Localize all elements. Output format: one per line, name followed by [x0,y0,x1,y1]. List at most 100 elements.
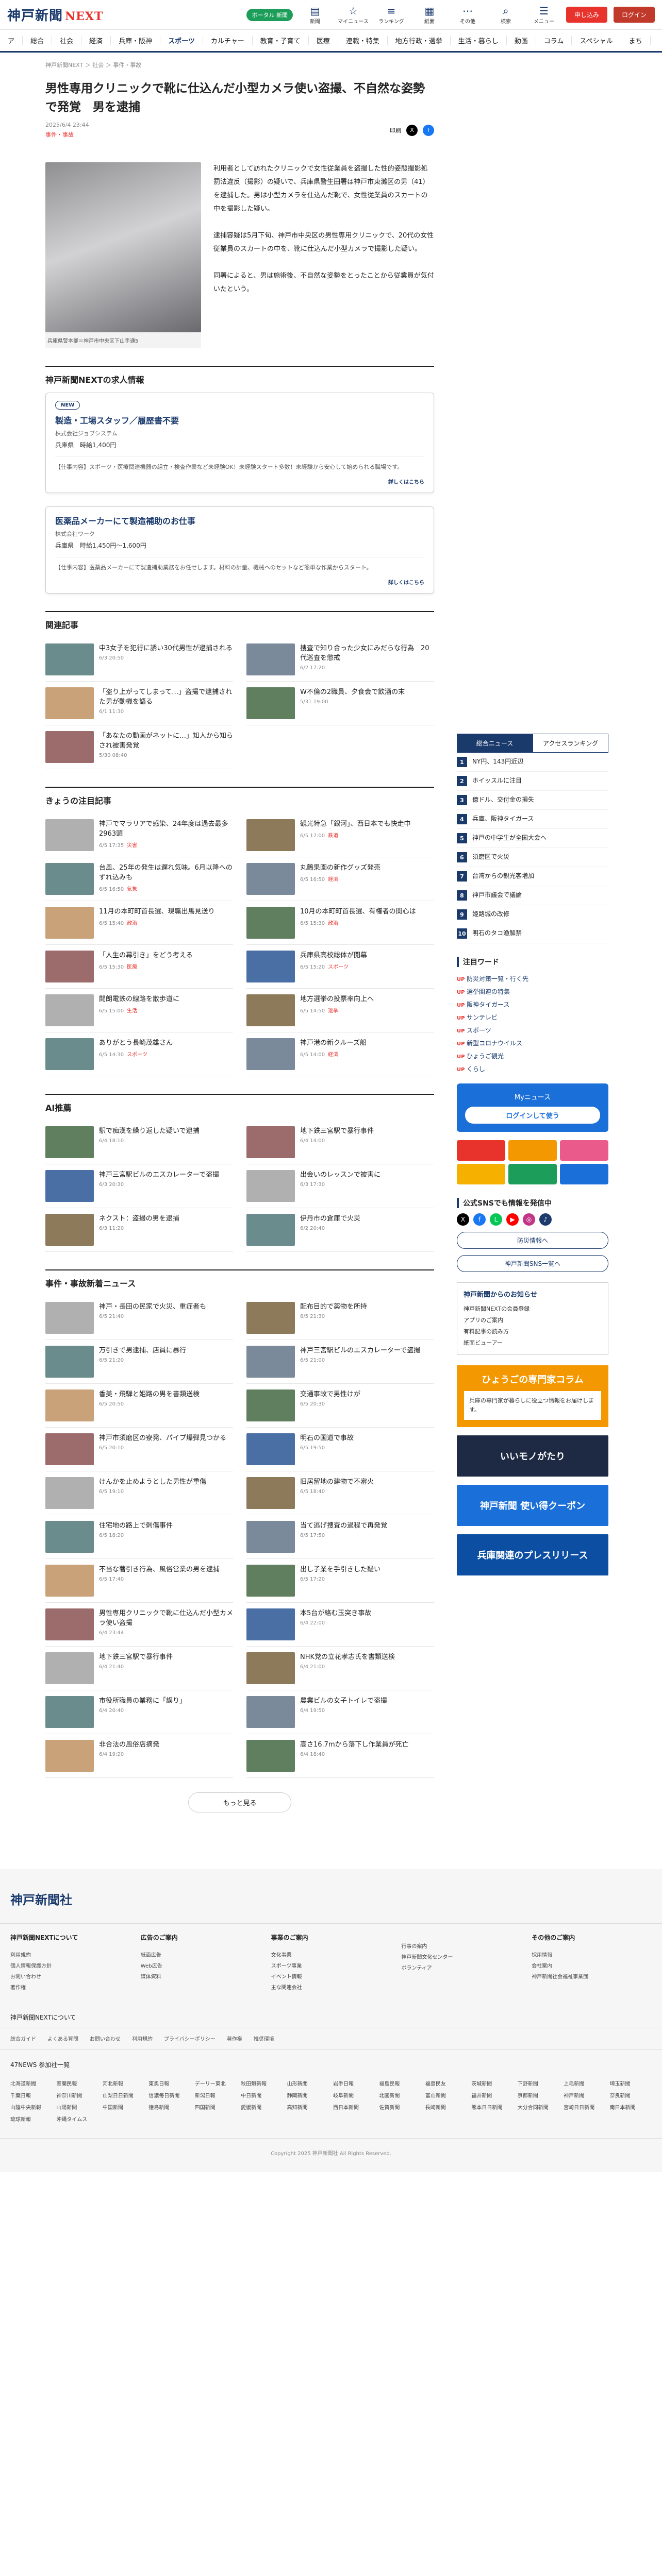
partner-paper-link[interactable]: 熊本日日新聞 [471,2103,513,2111]
item-title[interactable]: 本5台が絡む玉突き事故 [300,1608,371,1618]
facebook-icon[interactable]: f [473,1213,486,1226]
nav-item[interactable]: ア [0,36,23,45]
list-item[interactable]: 神戸港の新クルーズ船 6/5 14:00 経済 [246,1032,434,1076]
footer-link[interactable]: 採用情報 [532,1949,652,1960]
nav-item[interactable]: 生活・暮らし [451,36,507,45]
list-item[interactable]: NHK党の立花孝志氏を書類送検 6/4 21:00 [246,1647,434,1690]
list-item[interactable]: 捜査で知り合った少女にみだらな行為 20代巡査を懲戒 6/2 17:20 [246,638,434,682]
footer-link[interactable]: お問い合わせ [10,1971,130,1981]
nav-item[interactable]: 医療 [309,36,338,45]
ranking-item[interactable]: 8 神戸市議会で議論 [457,886,608,905]
footer-link[interactable]: 神戸新聞文化センター [401,1951,521,1962]
list-item[interactable]: 地下鉄三宮駅で暴行事件 6/4 14:00 [246,1121,434,1164]
footer-bottom-link[interactable]: よくある質問 [47,2035,78,2042]
partner-paper-link[interactable]: 高知新聞 [287,2103,329,2111]
footer-bottom-link[interactable]: 推奨環境 [254,2035,274,2042]
tab-ranking[interactable]: アクセスランキング [533,734,608,753]
ranking-title[interactable]: 台湾からの観光客増加 [472,871,534,882]
item-title[interactable]: 神戸港の新クルーズ船 [300,1038,367,1048]
partner-paper-link[interactable]: 山梨日日新聞 [103,2091,144,2099]
footer-link[interactable]: 紙面広告 [141,1949,261,1960]
list-item[interactable]: 神戸三宮駅ビルのエスカレーターで盗撮 6/3 20:30 [45,1164,233,1208]
partner-paper-link[interactable]: 富山新聞 [425,2091,467,2099]
partner-paper-link[interactable]: デーリー東北 [195,2079,237,2087]
item-title[interactable]: 香美・飛騨と姫路の男を書類送検 [99,1389,200,1399]
signup-button[interactable]: 申し込み [566,7,607,23]
menu-icon[interactable]: ☰ メニュー [528,5,560,25]
partner-paper-link[interactable]: 大分合同新聞 [518,2103,559,2111]
partner-paper-link[interactable]: 東奥日報 [148,2079,190,2087]
sns-list-button[interactable]: 神戸新聞SNS一覧へ [457,1255,608,1272]
list-item[interactable]: 明石の国道で事故 6/5 19:50 [246,1428,434,1471]
list-item[interactable]: 住宅地の路上で刺傷事件 6/5 18:20 [45,1515,233,1559]
item-title[interactable]: 当て逃げ捜査の過程で再発覚 [300,1521,387,1531]
footer-link[interactable]: 行事の案内 [401,1940,521,1951]
notice-link[interactable]: 有料記事の読み方 [464,1326,602,1337]
list-item[interactable]: 伊丹市の倉庫で火災 6/2 20:40 [246,1208,434,1252]
nav-item[interactable]: スペシャル [572,36,621,45]
nav-item[interactable]: カルチャー [203,36,253,45]
job-card[interactable]: NEW 製造・工場スタッフ／履歴書不要 株式会社ジョブシステム 兵庫県 時給1,400… [45,393,434,493]
ranking-item[interactable]: 9 姫路城の改修 [457,905,608,924]
item-title[interactable]: 地下鉄三宮駅で暴行事件 [300,1126,374,1136]
item-title[interactable]: 11月の本町町首長選、現職出馬見送り [99,907,215,917]
item-title[interactable]: 神戸でマラリアで感染、24年度は過去最多2963頭 [99,819,233,839]
footer-link[interactable]: 文化事業 [271,1949,391,1960]
ranking-title[interactable]: ホイッスルに注目 [472,776,522,786]
item-title[interactable]: 不当な著引き行為、風俗営業の男を逮捕 [99,1565,220,1574]
item-title[interactable]: 配布目的で薬物を所持 [300,1302,367,1312]
footer-bottom-link[interactable]: 著作権 [227,2035,242,2042]
footer-bottom-link[interactable]: プライバシーポリシー [164,2035,216,2042]
partner-paper-link[interactable]: 山陽新聞 [56,2103,98,2111]
partner-paper-link[interactable]: 福島民報 [379,2079,421,2087]
partner-paper-link[interactable]: 南日本新聞 [610,2103,652,2111]
job-title[interactable]: 医薬品メーカーにて製造補助のお仕事 [55,514,424,527]
partner-paper-link[interactable]: 神奈川新聞 [56,2091,98,2099]
item-title[interactable]: 地方選挙の投票率向上へ [300,994,374,1004]
ranking-item[interactable]: 1 NY円、143円近辺 [457,753,608,772]
item-title[interactable]: 明石の国道で事故 [300,1433,354,1443]
item-title[interactable]: NHK党の立花孝志氏を書類送検 [300,1652,395,1662]
footer-bottom-link[interactable]: 利用規約 [132,2035,153,2042]
list-item[interactable]: 11月の本町町首長選、現職出馬見送り 6/5 15:40 政治 [45,901,233,945]
partner-paper-link[interactable]: 四国新聞 [195,2103,237,2111]
partner-paper-link[interactable]: 北海道新聞 [10,2079,52,2087]
partner-paper-link[interactable]: 室蘭民報 [56,2079,98,2087]
item-title[interactable]: 10月の本町町首長選、有権者の関心は [300,907,416,917]
list-item[interactable]: 神戸市須磨区の寮発、パイプ爆弾見つかる 6/5 20:10 [45,1428,233,1471]
item-title[interactable]: 神戸・長田の民家で火災、重症者も [99,1302,206,1312]
partner-paper-link[interactable]: 宮崎日日新聞 [564,2103,605,2111]
item-title[interactable]: 伊丹市の倉庫で火災 [300,1214,360,1224]
list-item[interactable]: 「盗り上がってしまって…」盗撮で逮捕された男が動機を語る 6/1 11:30 [45,682,233,725]
partner-paper-link[interactable]: 愛媛新聞 [241,2103,283,2111]
partner-paper-link[interactable]: 沖縄タイムス [56,2115,98,2123]
search-icon[interactable]: ⌕ 検索 [490,5,522,25]
kobe-column-banner[interactable]: ひょうごの専門家コラム 兵庫の専門家が暮らしに役立つ情報をお届けします。 [457,1365,608,1427]
trend-word[interactable]: 選挙関連の特集 [457,985,608,998]
ranking-item[interactable]: 2 ホイッスルに注目 [457,772,608,791]
list-item[interactable]: 万引きで男逮捕、店員に暴行 6/5 21:20 [45,1340,233,1384]
nav-item[interactable]: 兵庫・阪神 [111,36,161,45]
ranking-item[interactable]: 7 台湾からの観光客増加 [457,867,608,886]
list-item[interactable]: 「人生の幕引き」をどう考える 6/5 15:30 医療 [45,945,233,989]
banner-blue[interactable] [560,1164,608,1184]
list-item[interactable]: 丸鶴果園の新作グッズ発売 6/5 16:50 経済 [246,857,434,901]
partner-paper-link[interactable]: 山形新聞 [287,2079,329,2087]
partner-paper-link[interactable]: 中国新聞 [103,2103,144,2111]
ranking-title[interactable]: 神戸市議会で議論 [472,890,522,901]
item-title[interactable]: 駅で痴漢を繰り返した疑いで逮捕 [99,1126,200,1136]
nav-item[interactable]: 総合 [23,36,53,45]
list-item[interactable]: 香美・飛騨と姫路の男を書類送検 6/5 20:50 [45,1384,233,1428]
item-title[interactable]: 「盗り上がってしまって…」盗撮で逮捕された男が動機を語る [99,687,233,707]
item-title[interactable]: 神戸市須磨区の寮発、パイプ爆弾見つかる [99,1433,226,1443]
notice-link[interactable]: アプリのご案内 [464,1314,602,1326]
item-title[interactable]: 地下鉄三宮駅で暴行事件 [99,1652,173,1662]
ranking-title[interactable]: 明石のタコ漁解禁 [472,928,522,939]
notice-link[interactable]: 紙面ビューアー [464,1337,602,1348]
ranking-item[interactable]: 10 明石のタコ漁解禁 [457,924,608,943]
list-item[interactable]: 出会いのレッスンで被害に 6/3 17:30 [246,1164,434,1208]
coupon-banner[interactable]: 神戸新聞 使い得クーポン [457,1485,608,1526]
mynews-login-button[interactable]: ログインして使う [465,1107,600,1124]
partner-paper-link[interactable]: 京都新聞 [518,2091,559,2099]
job-card[interactable]: 医薬品メーカーにて製造補助のお仕事 株式会社ワーク 兵庫県 時給1,450円〜1,6… [45,506,434,594]
